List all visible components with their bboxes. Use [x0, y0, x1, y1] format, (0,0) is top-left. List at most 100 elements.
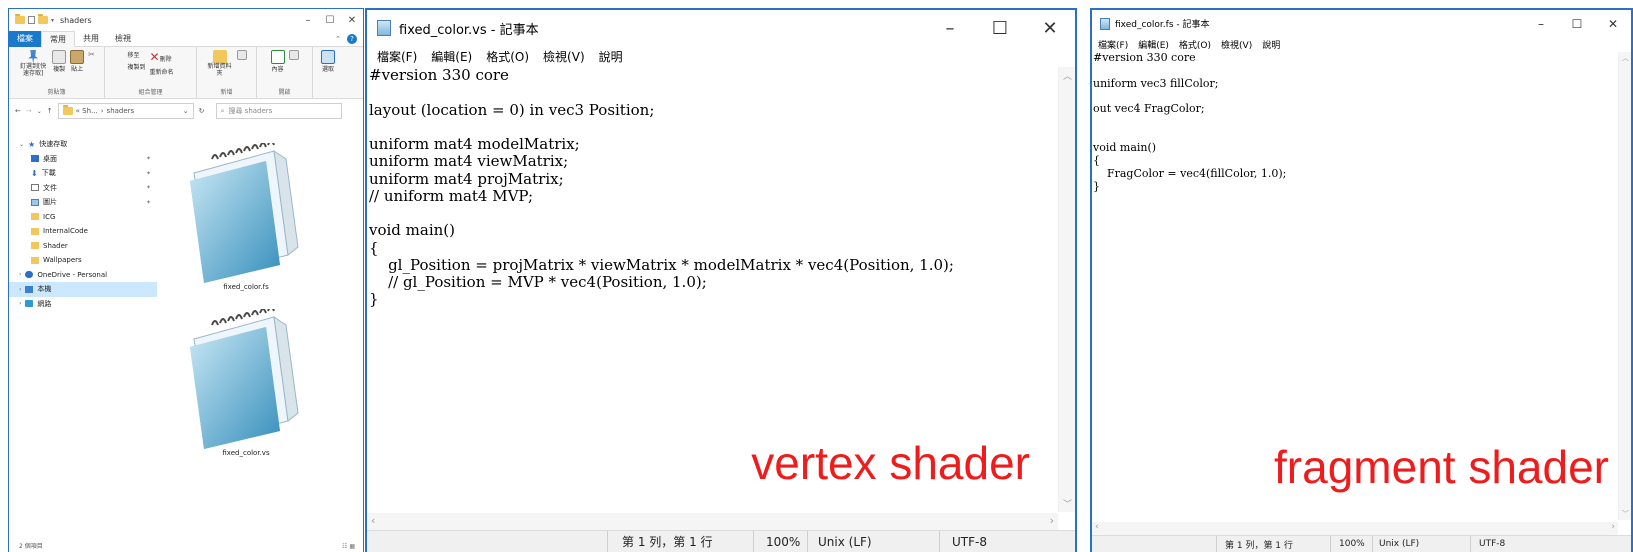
minimize-button[interactable]: – — [1523, 17, 1559, 31]
menu-file[interactable]: 檔案(F) — [377, 48, 417, 65]
expand-chevron-icon[interactable]: › — [19, 300, 21, 307]
organize-group: 移至 複製到 ✕刪除 重新命名 組合管理 — [105, 47, 197, 98]
scroll-right-icon[interactable]: › — [1050, 514, 1054, 527]
search-input[interactable]: ⌕ 搜尋 shaders — [215, 103, 342, 119]
close-button[interactable]: ✕ — [341, 15, 363, 26]
up-arrow-icon[interactable]: ↑ — [47, 107, 53, 115]
forward-arrow-icon[interactable]: → — [26, 107, 32, 115]
menu-edit[interactable]: 編輯(E) — [1138, 38, 1169, 51]
window-title: shaders — [60, 15, 92, 25]
address-bar-row: ← → ⌄ ↑ « Sh... › shaders ⌄ ↻ ⌕ 搜尋 shade… — [9, 99, 363, 123]
breadcrumb-current[interactable]: shaders — [107, 107, 135, 115]
nav-item-network[interactable]: › 網路 — [9, 297, 157, 312]
tab-view[interactable]: 檢視 — [107, 31, 139, 46]
nav-item-desktop[interactable]: 桌面 ✦ — [9, 152, 157, 167]
line-ending: Unix (LF) — [807, 531, 939, 552]
nav-item-this-pc[interactable]: › 本機 — [9, 282, 157, 297]
scroll-up-icon[interactable]: ︿ — [1063, 69, 1072, 82]
maximize-button[interactable]: ☐ — [975, 18, 1025, 39]
menu-edit[interactable]: 編輯(E) — [431, 48, 472, 65]
menu-view[interactable]: 檢視(V) — [543, 48, 585, 65]
rename-button[interactable]: 重新命名 — [150, 67, 174, 76]
folder-icon — [31, 213, 39, 221]
new-folder-button[interactable]: 新增資料夾 — [207, 50, 233, 77]
scroll-down-icon[interactable]: ﹀ — [1622, 509, 1629, 519]
move-to-button[interactable]: 移至 — [127, 50, 145, 59]
select-button[interactable]: 選取 — [321, 50, 335, 73]
pin-icon — [28, 50, 39, 64]
view-toggle-icons[interactable]: ☷ ▦ — [342, 543, 355, 550]
select-group: 選取 — [313, 47, 343, 98]
close-button[interactable]: ✕ — [1595, 17, 1631, 31]
scroll-down-icon[interactable]: ﹀ — [1063, 497, 1072, 510]
vertical-scrollbar[interactable]: ︿ ﹀ — [1058, 67, 1075, 512]
nav-item-wallpapers[interactable]: Wallpapers — [9, 253, 157, 268]
menu-format[interactable]: 格式(O) — [1179, 38, 1211, 51]
collapse-ribbon-icon[interactable]: ⌃ — [335, 35, 341, 43]
new-item-icon[interactable] — [236, 50, 247, 60]
nav-item-quick-access[interactable]: ⌄ ★ 快速存取 — [9, 137, 157, 152]
minimize-button[interactable]: – — [925, 18, 975, 39]
refresh-icon[interactable]: ↻ — [199, 107, 205, 115]
open-icon[interactable] — [288, 50, 299, 60]
folder-icon — [62, 105, 73, 115]
nav-item-onedrive[interactable]: › OneDrive - Personal — [9, 268, 157, 283]
properties-button[interactable]: 內容 — [270, 50, 285, 73]
maximize-button[interactable]: ☐ — [319, 15, 341, 26]
scroll-left-icon[interactable]: ‹ — [371, 514, 375, 527]
menu-help[interactable]: 說明 — [1262, 38, 1280, 51]
recent-chevron-icon[interactable]: ⌄ — [37, 108, 42, 115]
menu-help[interactable]: 說明 — [599, 48, 623, 65]
expand-chevron-icon[interactable]: › — [19, 271, 21, 278]
folder-icon — [212, 50, 227, 64]
delete-button[interactable]: ✕刪除 — [150, 50, 174, 64]
scroll-left-icon[interactable]: ‹ — [1095, 522, 1099, 532]
pin-quick-access-button[interactable]: 釘選到[快速存取] — [18, 50, 48, 77]
nav-item-pictures[interactable]: 圖片 ✦ — [9, 195, 157, 210]
minimize-button[interactable]: – — [297, 15, 319, 26]
checkmark-icon — [270, 50, 285, 64]
menu-format[interactable]: 格式(O) — [486, 48, 529, 65]
nav-item-internalcode[interactable]: InternalCode — [9, 224, 157, 239]
nav-item-documents[interactable]: 文件 ✦ — [9, 181, 157, 196]
address-bar[interactable]: « Sh... › shaders ⌄ — [57, 103, 194, 119]
file-item[interactable]: fixed_color.fs — [181, 140, 311, 291]
maximize-button[interactable]: ☐ — [1559, 17, 1595, 31]
cut-icon[interactable]: ✂ — [88, 50, 95, 59]
chevron-down-icon[interactable]: ▾ — [51, 17, 54, 24]
address-dropdown-icon[interactable]: ⌄ — [183, 107, 189, 115]
new-folder-icon[interactable] — [38, 14, 48, 24]
back-arrow-icon[interactable]: ← — [15, 107, 21, 115]
expand-chevron-icon[interactable]: ⌄ — [19, 141, 24, 148]
group-label-open: 開啟 — [278, 89, 291, 96]
nav-item-shader[interactable]: Shader — [9, 239, 157, 254]
tab-home[interactable]: 常用 — [41, 30, 75, 47]
nav-item-downloads[interactable]: ⬇ 下載 ✦ — [9, 166, 157, 181]
copy-icon — [52, 50, 67, 64]
menu-view[interactable]: 檢視(V) — [1221, 38, 1252, 51]
tab-share[interactable]: 共用 — [75, 31, 107, 46]
copy-to-button[interactable]: 複製到 — [127, 62, 145, 71]
cursor-position: 第 1 列，第 1 行 — [1216, 536, 1330, 552]
breadcrumb-prefix[interactable]: « Sh... — [76, 107, 98, 115]
cursor-position: 第 1 列，第 1 行 — [607, 531, 753, 552]
close-button[interactable]: ✕ — [1025, 18, 1075, 39]
menu-file[interactable]: 檔案(F) — [1098, 38, 1128, 51]
scroll-up-icon[interactable]: ︿ — [1622, 53, 1629, 63]
quick-access-toolbar: ▾ — [15, 14, 54, 24]
horizontal-scrollbar[interactable]: ‹ › — [1092, 522, 1618, 535]
copy-button[interactable]: 複製 — [52, 50, 67, 73]
expand-chevron-icon[interactable]: › — [19, 286, 21, 293]
vertical-scrollbar[interactable]: ︿ ﹀ — [1618, 52, 1631, 520]
properties-icon[interactable] — [28, 16, 35, 24]
folder-icon[interactable] — [15, 14, 25, 24]
paste-button[interactable]: 貼上 — [70, 50, 85, 73]
nav-item-icg[interactable]: ICG — [9, 210, 157, 225]
item-count: 2 個項目 — [19, 543, 43, 550]
tab-file[interactable]: 檔案 — [9, 30, 41, 47]
ribbon-tabs: 檔案 常用 共用 檢視 ⌃ ? — [9, 30, 363, 47]
file-item[interactable]: fixed_color.vs — [181, 306, 311, 457]
scroll-right-icon[interactable]: › — [1611, 522, 1615, 532]
horizontal-scrollbar[interactable]: ‹ › — [367, 513, 1058, 530]
help-icon[interactable]: ? — [347, 33, 357, 44]
